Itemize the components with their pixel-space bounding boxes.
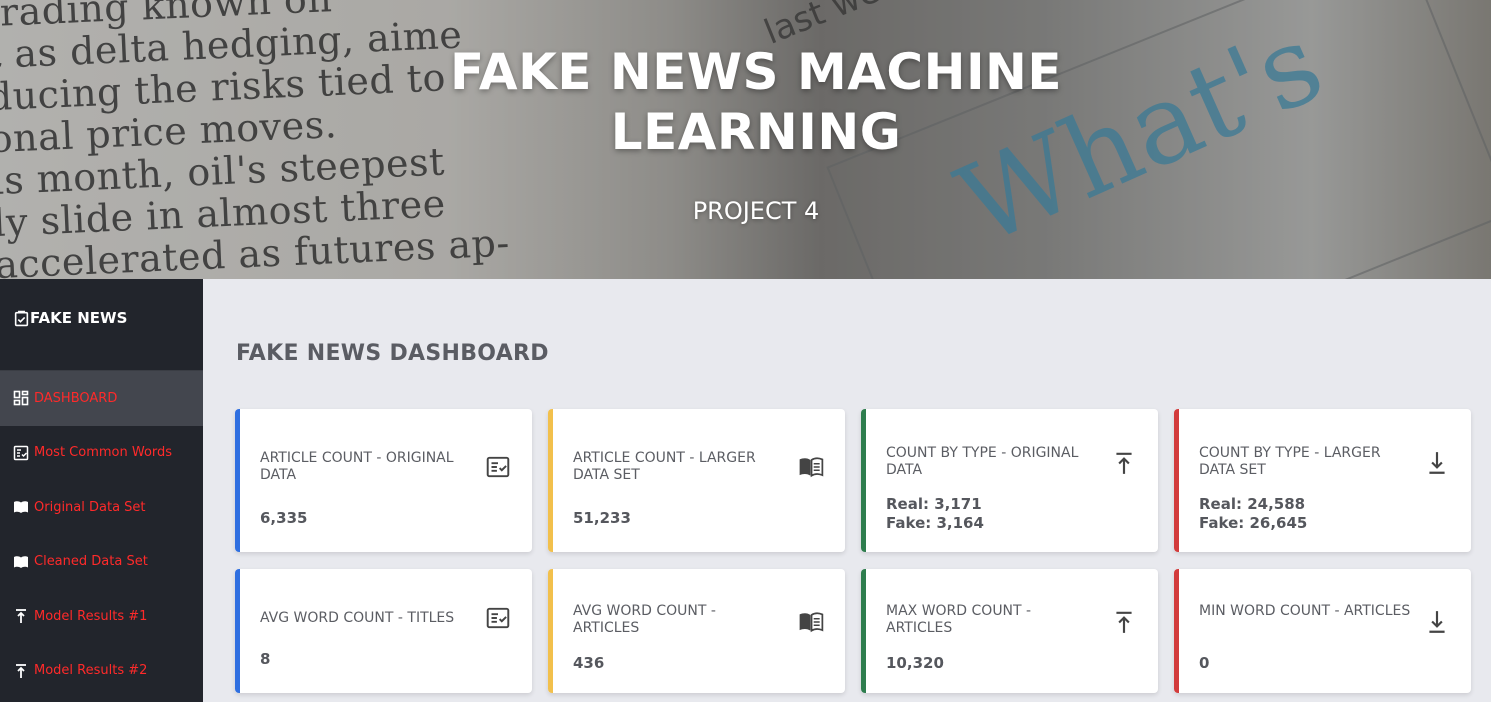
card-label: MAX WORD COUNT - ARTICLES — [886, 603, 1032, 636]
card-label: COUNT BY TYPE - ORIGINAL DATA — [886, 445, 1079, 478]
card-value: 8 — [260, 650, 271, 668]
stat-card-avg-word-count-articles: AVG WORD COUNT - ARTICLES 436 — [548, 569, 845, 693]
clipboard-check-icon — [12, 309, 30, 327]
card-accent-bar — [548, 569, 553, 693]
sidebar-item-label: Most Common Words — [34, 445, 173, 461]
sidebar-item-model-results-2[interactable]: Model Results #2 — [0, 644, 203, 699]
sidebar-item-most-common-words[interactable]: Most Common Words — [0, 426, 203, 481]
book-icon — [12, 498, 30, 516]
page-subtitle: PROJECT 4 — [692, 197, 820, 225]
card-value: 10,320 — [886, 654, 944, 672]
card-value-real: Real: 3,171 — [886, 495, 982, 513]
page-title-line1: FAKE NEWS MACHINE — [449, 43, 1063, 101]
checklist-icon — [484, 604, 512, 632]
card-label: COUNT BY TYPE - LARGER DATA SET — [1199, 445, 1381, 478]
sidebar-brand-label: FAKE NEWS — [30, 309, 128, 327]
stat-card-max-word-count-articles: MAX WORD COUNT - ARTICLES 10,320 — [861, 569, 1158, 693]
card-value: 436 — [573, 654, 605, 672]
main-content: FAKE NEWS DASHBOARD ARTICLE COUNT - ORIG… — [203, 279, 1491, 702]
upload-icon — [1110, 449, 1138, 477]
stat-card-count-by-type-original: COUNT BY TYPE - ORIGINAL DATA Real: 3,17… — [861, 409, 1158, 552]
sidebar-item-dashboard[interactable]: DASHBOARD — [0, 371, 203, 426]
sidebar-item-original-data-set[interactable]: Original Data Set — [0, 480, 203, 535]
download-icon — [1423, 449, 1451, 477]
card-accent-bar — [861, 569, 866, 693]
upload-icon — [12, 662, 30, 680]
hero-banner: trading known on t as delta hedging, aim… — [0, 0, 1491, 279]
sidebar-item-label: Cleaned Data Set — [34, 554, 148, 570]
card-accent-bar — [548, 409, 553, 552]
page-title-line2: LEARNING — [610, 103, 902, 161]
card-label: AVG WORD COUNT - ARTICLES — [573, 603, 716, 636]
dashboard-title: FAKE NEWS DASHBOARD — [236, 341, 549, 366]
card-accent-bar — [235, 409, 240, 552]
upload-icon — [12, 607, 30, 625]
stat-card-min-word-count-articles: MIN WORD COUNT - ARTICLES 0 — [1174, 569, 1471, 693]
card-value-fake: Fake: 3,164 — [886, 514, 984, 532]
checklist-icon — [12, 444, 30, 462]
stat-card-article-count-larger: ARTICLE COUNT - LARGER DATA SET 51,233 — [548, 409, 845, 552]
card-value-fake: Fake: 26,645 — [1199, 514, 1308, 532]
card-label: ARTICLE COUNT - LARGER DATA SET — [573, 450, 756, 483]
upload-icon — [1110, 608, 1138, 636]
sidebar-item-model-results-1[interactable]: Model Results #1 — [0, 589, 203, 644]
card-accent-bar — [235, 569, 240, 693]
card-value: 51,233 — [573, 509, 631, 527]
card-value-real: Real: 24,588 — [1199, 495, 1306, 513]
sidebar: FAKE NEWS DASHBOARD Most Common Words Or… — [0, 279, 203, 702]
book-icon — [797, 608, 825, 636]
download-icon — [1423, 608, 1451, 636]
stat-card-article-count-original: ARTICLE COUNT - ORIGINAL DATA 6,335 — [235, 409, 532, 552]
card-value: 0 — [1199, 654, 1210, 672]
sidebar-item-label: Model Results #1 — [34, 608, 148, 624]
page-title: FAKE NEWS MACHINE LEARNING — [0, 42, 1491, 162]
card-accent-bar — [1174, 409, 1179, 552]
stat-card-avg-word-count-titles: AVG WORD COUNT - TITLES 8 — [235, 569, 532, 693]
stat-card-count-by-type-larger: COUNT BY TYPE - LARGER DATA SET Real: 24… — [1174, 409, 1471, 552]
book-icon — [797, 453, 825, 481]
card-label: MIN WORD COUNT - ARTICLES — [1199, 603, 1411, 619]
dashboard-icon — [12, 389, 30, 407]
sidebar-item-label: DASHBOARD — [34, 390, 118, 406]
sidebar-item-cleaned-data-set[interactable]: Cleaned Data Set — [0, 535, 203, 590]
card-label: ARTICLE COUNT - ORIGINAL DATA — [260, 450, 454, 483]
sidebar-nav: DASHBOARD Most Common Words Original Dat… — [0, 371, 203, 698]
sidebar-item-label: Original Data Set — [34, 499, 146, 515]
card-accent-bar — [861, 409, 866, 552]
sidebar-brand[interactable]: FAKE NEWS — [12, 309, 127, 327]
checklist-icon — [484, 453, 512, 481]
card-label: AVG WORD COUNT - TITLES — [260, 610, 455, 626]
book-icon — [12, 553, 30, 571]
card-accent-bar — [1174, 569, 1179, 693]
card-value: 6,335 — [260, 509, 308, 527]
sidebar-item-label: Model Results #2 — [34, 663, 148, 679]
